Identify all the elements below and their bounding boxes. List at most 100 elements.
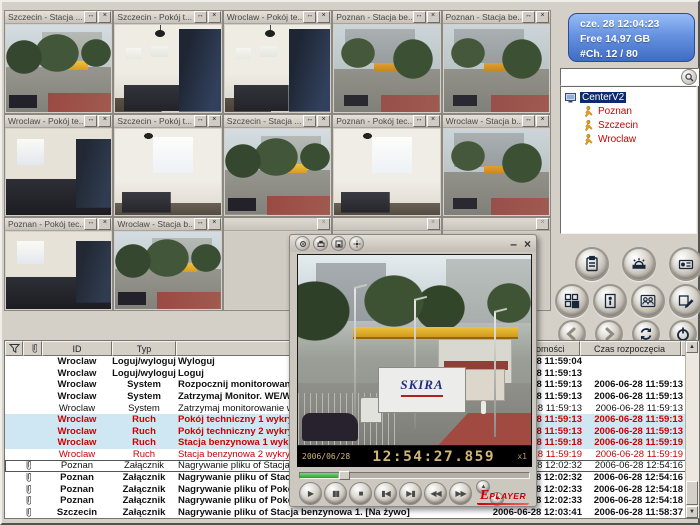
player-capture-button[interactable] [295, 236, 310, 251]
typ-column-header[interactable]: Typ [112, 341, 176, 356]
tree-node-site[interactable]: Wroclaw [561, 132, 696, 146]
camera-maximize-button[interactable]: ↔ [194, 115, 207, 127]
camera-maximize-button[interactable]: ↔ [84, 115, 97, 127]
camera-video[interactable] [115, 129, 220, 215]
camera-tile[interactable]: Wroclaw - Pokój te...↔× [223, 10, 332, 114]
accounts-button[interactable] [631, 284, 665, 318]
camera-video[interactable] [6, 232, 111, 309]
camera-close-button[interactable]: × [427, 115, 440, 127]
play-button[interactable]: ▶ [299, 482, 322, 505]
player-title-bar[interactable]: – × [290, 235, 536, 252]
camera-video[interactable] [225, 25, 330, 112]
tree-node-site[interactable]: Poznan [561, 104, 696, 118]
camera-maximize-button[interactable]: ↔ [413, 11, 426, 23]
player-print-button[interactable] [313, 236, 328, 251]
truck: SKIRA [360, 367, 466, 425]
camera-video[interactable] [115, 25, 220, 112]
seek-thumb[interactable] [339, 471, 350, 480]
camera-close-button[interactable]: × [536, 115, 549, 127]
camera-video[interactable] [6, 25, 111, 112]
camera-close-button[interactable]: × [98, 218, 111, 230]
step-back-button[interactable]: ▮◀ [374, 482, 397, 505]
recorder-button[interactable] [669, 247, 700, 281]
camera-maximize-button[interactable]: ↔ [522, 11, 535, 23]
pause-button[interactable]: ▮▮ [324, 482, 347, 505]
camera-close-button[interactable]: × [317, 218, 330, 230]
camera-tile[interactable]: Poznan - Pokój tec...↔× [4, 217, 113, 311]
alarm-button[interactable] [622, 247, 656, 281]
camera-close-button[interactable]: × [317, 115, 330, 127]
attachment-column-header[interactable] [23, 341, 42, 356]
camera-title: Wroclaw - Stacja b... [115, 219, 192, 229]
tree-node-site[interactable]: Szczecin [561, 118, 696, 132]
camera-maximize-button[interactable]: ↔ [84, 218, 97, 230]
camera-maximize-button[interactable]: ↔ [303, 115, 316, 127]
camera-close-button[interactable]: × [536, 218, 549, 230]
camera-tile[interactable]: Poznan - Pokój tec...↔× [332, 114, 441, 217]
camera-maximize-button[interactable]: ↔ [413, 115, 426, 127]
camera-title: Szczecin - Stacja ... [225, 116, 302, 126]
player-seek-bar[interactable] [299, 472, 530, 479]
start-time-column-header[interactable]: Czas rozpoczęcia [580, 341, 681, 356]
player-settings-button[interactable] [349, 236, 364, 251]
player-minimize-button[interactable]: – [510, 238, 517, 250]
camera-close-button[interactable]: × [427, 11, 440, 23]
street-lamp [354, 287, 356, 437]
clipboard-log-button[interactable] [575, 247, 609, 281]
camera-maximize-button[interactable]: ↔ [303, 11, 316, 23]
camera-close-button[interactable]: × [98, 115, 111, 127]
camera-video[interactable] [225, 129, 330, 215]
camera-title: Poznan - Stacja be... [444, 12, 521, 22]
camera-video[interactable] [334, 25, 439, 112]
search-button[interactable] [681, 69, 697, 85]
id-column-header[interactable]: ID [42, 341, 112, 356]
camera-close-button[interactable]: × [536, 11, 549, 23]
log-scrollbar[interactable]: ▲ ▼ [685, 341, 699, 518]
camera-video[interactable] [334, 129, 439, 215]
camera-close-button[interactable]: × [317, 11, 330, 23]
camera-video[interactable] [444, 25, 549, 112]
server-icon [565, 92, 577, 103]
settings-button[interactable] [669, 284, 700, 318]
tree-node-root[interactable]: CenterV2 [561, 90, 696, 104]
camera-video[interactable] [6, 129, 111, 215]
camera-tile[interactable]: Szczecin - Stacja ...↔× [4, 10, 113, 114]
camera-maximize-button[interactable]: ↔ [522, 115, 535, 127]
layout-grid-button[interactable] [555, 284, 589, 318]
camera-tile[interactable]: Wroclaw - Stacja b...↔× [113, 217, 222, 311]
person-icon [583, 120, 593, 131]
camera-close-button[interactable]: × [208, 11, 221, 23]
event-info-button[interactable] [593, 284, 627, 318]
camera-tile[interactable]: Szczecin - Pokój t...↔× [113, 10, 222, 114]
log-row[interactable]: SzczecinZałącznikNagrywanie pliku of Sta… [5, 507, 686, 519]
scrollbar-thumb[interactable] [686, 481, 698, 505]
camera-tile[interactable]: Wroclaw - Pokój te...↔× [4, 114, 113, 217]
camera-maximize-button[interactable]: ↔ [194, 11, 207, 23]
paperclip-icon [23, 484, 31, 495]
camera-tile[interactable]: Szczecin - Pokój t...↔× [113, 114, 222, 217]
camera-close-button[interactable]: × [98, 11, 111, 23]
fast-forward-button[interactable]: ▶▶ [449, 482, 472, 505]
camera-tile[interactable]: Szczecin - Stacja ...↔× [223, 114, 332, 217]
filter-column-header[interactable] [5, 341, 23, 356]
search-input[interactable] [561, 70, 681, 84]
toolbar-row-1 [575, 247, 700, 281]
scroll-down-button[interactable]: ▼ [686, 506, 698, 518]
scroll-up-button[interactable]: ▲ [686, 341, 698, 353]
rewind-button[interactable]: ◀◀ [424, 482, 447, 505]
camera-video[interactable] [444, 129, 549, 215]
camera-close-button[interactable]: × [208, 115, 221, 127]
player-close-button[interactable]: × [524, 238, 531, 250]
camera-maximize-button[interactable]: ↔ [84, 11, 97, 23]
stop-button[interactable]: ■ [349, 482, 372, 505]
camera-close-button[interactable]: × [208, 218, 221, 230]
camera-close-button[interactable]: × [427, 218, 440, 230]
camera-video[interactable] [115, 232, 220, 309]
step-forward-button[interactable]: ▶▮ [399, 482, 422, 505]
camera-tile[interactable]: Poznan - Stacja be...↔× [442, 10, 551, 114]
camera-maximize-button[interactable]: ↔ [194, 218, 207, 230]
camera-tile[interactable]: Wroclaw - Stacja b...↔× [442, 114, 551, 217]
camera-tile[interactable]: Poznan - Stacja be...↔× [332, 10, 441, 114]
player-video[interactable]: SKIRA [297, 254, 532, 446]
player-save-button[interactable] [331, 236, 346, 251]
